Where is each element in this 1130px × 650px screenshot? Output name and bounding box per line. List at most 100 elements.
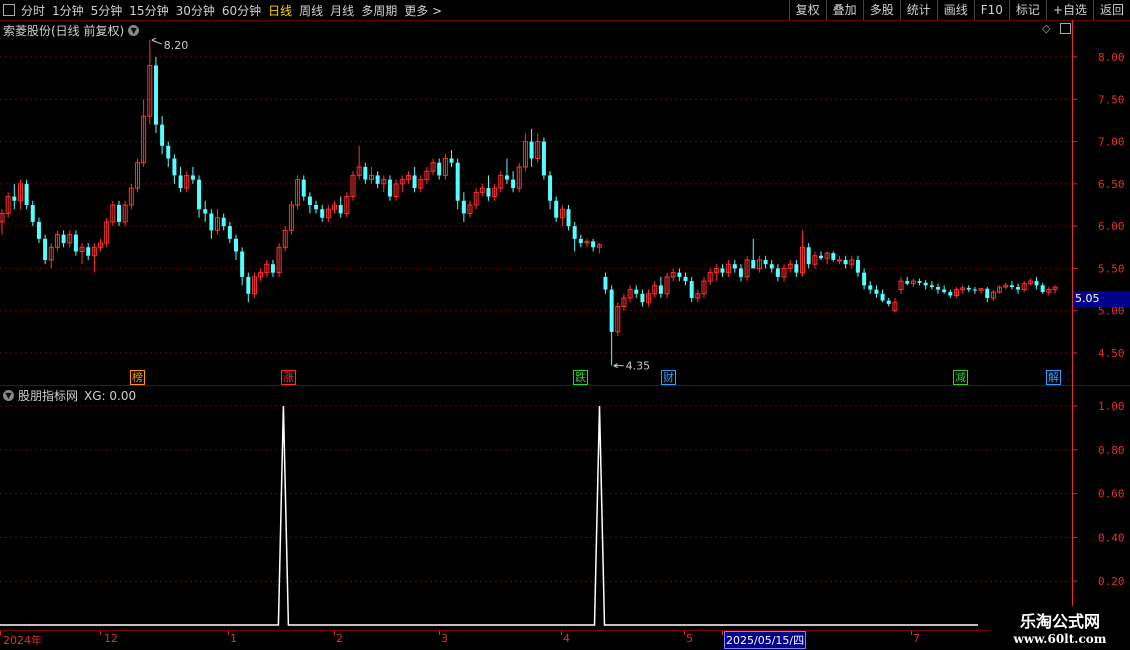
period-tab-7[interactable]: 周线 xyxy=(299,2,323,19)
event-badge-5[interactable]: 解 xyxy=(1046,370,1061,385)
ind-tick-label: 0.20 xyxy=(1098,575,1125,588)
toolbar-button-5[interactable]: F10 xyxy=(973,0,1009,20)
low-label: 4.35 xyxy=(626,360,651,373)
candle xyxy=(67,230,73,248)
period-tab-8[interactable]: 月线 xyxy=(330,2,354,19)
candle xyxy=(338,196,343,218)
candle xyxy=(184,171,190,193)
period-tab-4[interactable]: 30分钟 xyxy=(176,2,215,19)
period-tab-2[interactable]: 5分钟 xyxy=(91,2,123,19)
event-badge-2[interactable]: 跌 xyxy=(573,370,588,385)
date-label: 1 xyxy=(230,632,237,645)
toolbar-button-8[interactable]: 返回 xyxy=(1092,0,1130,20)
candle xyxy=(405,171,411,184)
candle xyxy=(855,255,860,277)
candle xyxy=(344,192,350,218)
toolbar-button-4[interactable]: 画线 xyxy=(936,0,974,20)
candle xyxy=(30,200,35,227)
candle-body xyxy=(486,188,491,197)
indicator-chart[interactable]: 1.00 0.80 0.60 0.40 0.20 xyxy=(0,385,1130,630)
period-tab-3[interactable]: 15分钟 xyxy=(129,2,168,19)
toolbar-button-3[interactable]: 统计 xyxy=(899,0,937,20)
candle xyxy=(295,175,301,210)
event-badge-1[interactable]: 涨 xyxy=(281,370,296,385)
candle-body xyxy=(30,205,35,222)
candle-body xyxy=(178,175,183,189)
period-tab-5[interactable]: 60分钟 xyxy=(222,2,261,19)
candle xyxy=(695,289,701,303)
candle xyxy=(953,287,959,299)
candle-body xyxy=(166,145,171,159)
toolbar-button-7[interactable]: +自选 xyxy=(1045,0,1093,20)
candle xyxy=(314,200,319,214)
candle-body xyxy=(658,285,663,294)
period-tab-1[interactable]: 1分钟 xyxy=(52,2,84,19)
candle-body xyxy=(227,226,232,239)
candle xyxy=(288,200,294,235)
candle xyxy=(86,243,91,260)
price-tick-label: 7.00 xyxy=(1098,136,1125,149)
candle xyxy=(756,255,762,273)
ind-tick-label: 0.80 xyxy=(1098,444,1125,457)
candle xyxy=(270,259,275,277)
date-label: 4 xyxy=(563,632,570,645)
candle xyxy=(197,175,202,218)
candle xyxy=(800,230,806,277)
candle-body xyxy=(117,205,121,222)
candle xyxy=(751,238,756,269)
candle xyxy=(17,179,23,210)
toolbar-button-6[interactable]: 标记 xyxy=(1008,0,1046,20)
candle xyxy=(905,276,910,286)
ind-tick-label: 0.60 xyxy=(1098,488,1125,501)
period-tab-9[interactable]: 多周期 xyxy=(361,2,397,19)
toolbar-button-0[interactable]: 复权 xyxy=(788,0,826,20)
candle-body xyxy=(86,247,91,256)
candle xyxy=(910,278,916,288)
period-tab-10[interactable]: 更多 > xyxy=(404,2,442,19)
candle-body xyxy=(794,264,799,273)
candle xyxy=(98,238,104,252)
window-toggle-icon[interactable] xyxy=(3,4,15,16)
candle-body xyxy=(683,276,688,282)
candle xyxy=(54,230,60,252)
event-badge-4[interactable]: 减 xyxy=(953,370,968,385)
candle xyxy=(455,158,460,210)
candle-body xyxy=(868,285,873,290)
candle-body xyxy=(240,251,245,277)
event-badge-3[interactable]: 财 xyxy=(661,370,676,385)
candle xyxy=(1021,281,1027,293)
candle xyxy=(325,205,331,222)
candle-body xyxy=(880,293,885,301)
candle-body xyxy=(412,175,417,189)
candle xyxy=(670,268,676,282)
candle-body xyxy=(548,175,553,201)
candle-body xyxy=(836,259,842,262)
toolbar-button-2[interactable]: 多股 xyxy=(862,0,900,20)
candle-body xyxy=(985,288,990,299)
candle-body xyxy=(449,158,454,163)
candle-body xyxy=(61,234,66,244)
date-label: 3 xyxy=(441,632,448,645)
candle-body xyxy=(775,268,780,277)
candle xyxy=(437,158,442,180)
period-toolbar: 分时 1分钟 5分钟 15分钟 30分钟 60分钟 日线 周线 月线 多周期 更多 > 复权 叠加 多股… xyxy=(0,0,1130,21)
candle xyxy=(990,289,996,301)
candle-body xyxy=(578,238,583,244)
candle xyxy=(449,150,454,167)
candle xyxy=(141,99,147,167)
period-tab-6[interactable]: 日线 xyxy=(268,2,292,19)
toolbar-button-1[interactable]: 叠加 xyxy=(825,0,863,20)
candle xyxy=(1027,278,1033,286)
candle xyxy=(122,200,128,227)
candle-body xyxy=(769,264,774,269)
period-tab-0[interactable]: 分时 xyxy=(21,2,45,19)
candle xyxy=(356,145,362,180)
candle-body xyxy=(153,65,158,125)
event-badge-0[interactable]: 榜 xyxy=(130,370,145,385)
candlestick-chart[interactable]: 8.007.507.006.506.005.505.004.508.204.35 xyxy=(0,20,1130,385)
candle xyxy=(529,128,534,167)
candle-body xyxy=(591,241,596,248)
candle xyxy=(104,217,110,248)
candle-body xyxy=(504,175,509,180)
candle xyxy=(43,234,48,265)
